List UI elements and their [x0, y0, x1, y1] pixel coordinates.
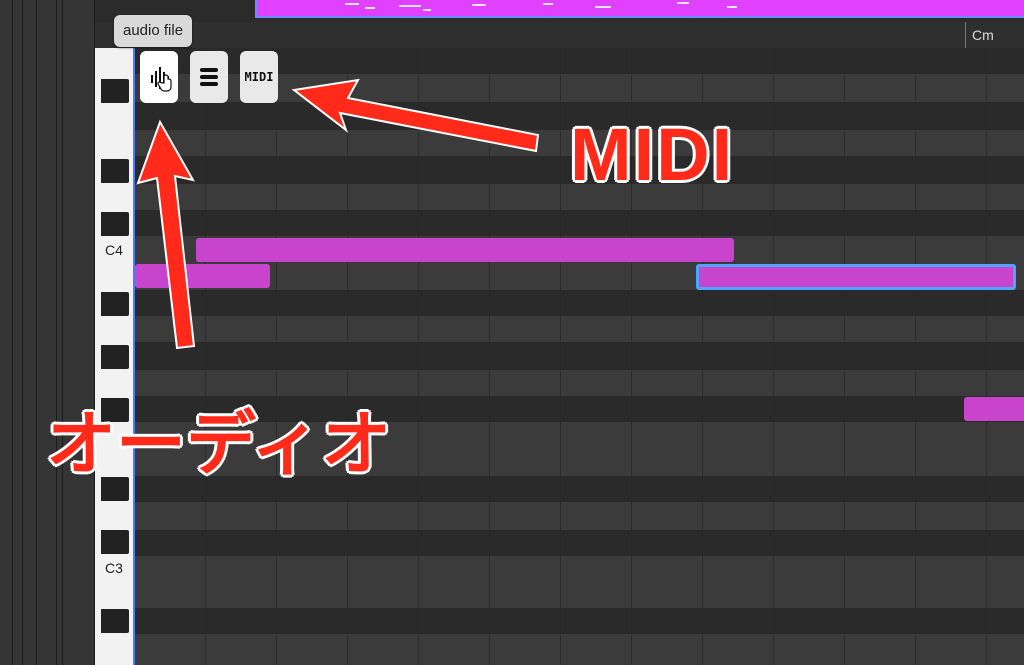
arrow-to-audio-icon	[136, 119, 196, 350]
annotation-audio-label: オーディオ	[46, 403, 392, 485]
annotation-arrows	[136, 78, 540, 350]
annotation-midi-label: MIDI	[570, 113, 735, 196]
arrow-to-midi-icon	[291, 78, 540, 153]
